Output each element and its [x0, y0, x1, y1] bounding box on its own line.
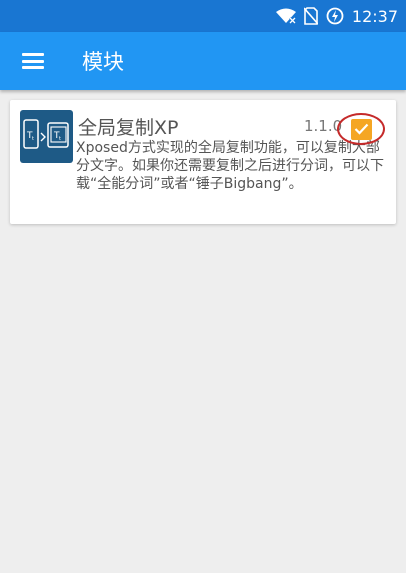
module-description: Xposed方式实现的全局复制功能，可以复制大部分文字。如果你还需要复制之后进行…	[76, 140, 384, 192]
checkbox-checked	[350, 118, 372, 140]
page-title: 模块	[82, 50, 124, 74]
wifi-icon	[275, 8, 296, 24]
menu-button[interactable]	[0, 32, 66, 90]
enable-module-checkbox[interactable]	[337, 113, 385, 145]
battery-charging-icon	[326, 7, 344, 25]
svg-text:t: t	[59, 136, 61, 142]
module-copy-icon: T t T t	[20, 110, 73, 163]
clock-time: 12:37	[351, 6, 398, 26]
svg-text:t: t	[32, 136, 34, 142]
no-sim-icon	[303, 7, 318, 25]
app-bar: 模块	[0, 32, 406, 90]
menu-icon	[22, 53, 44, 69]
module-name: 全局复制XP	[78, 117, 179, 139]
check-icon	[354, 123, 368, 135]
status-bar: 12:37	[0, 0, 406, 32]
module-card[interactable]: T t T t 全局复制XP 1.1.0 Xposed方式实现的全局复制功能，可…	[10, 100, 396, 224]
